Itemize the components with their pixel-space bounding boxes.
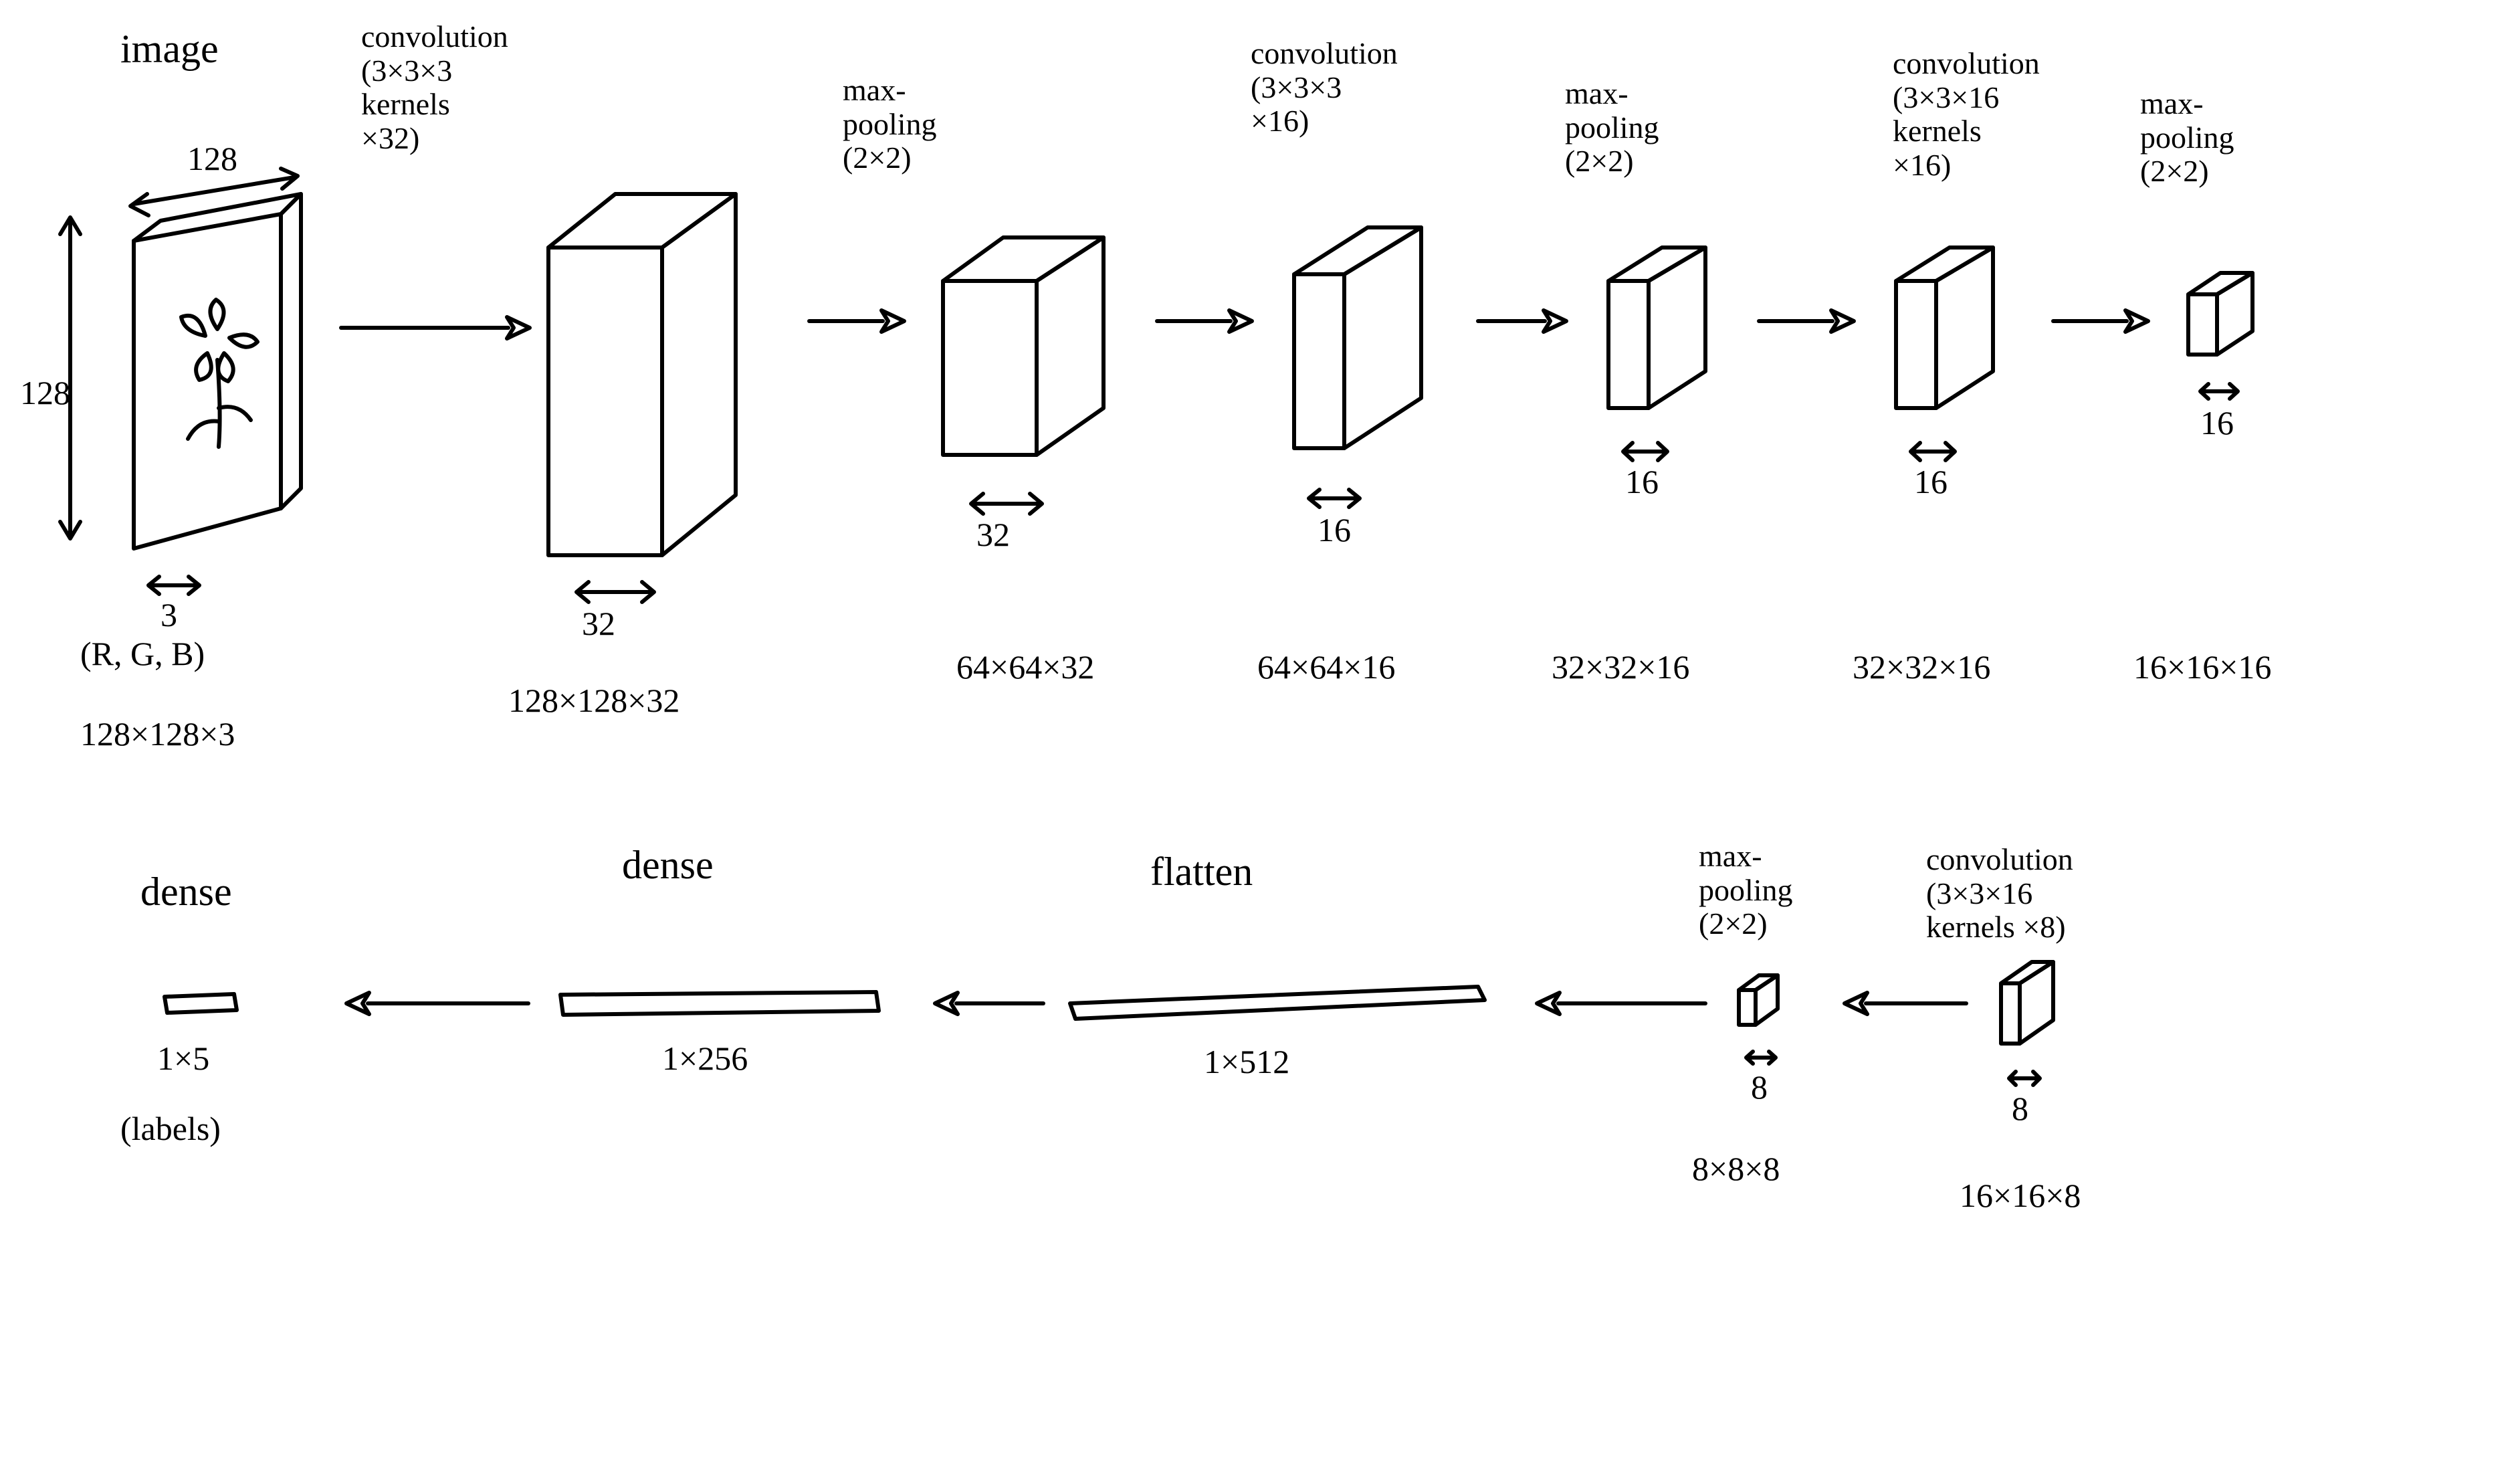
label-dense2-title: dense <box>140 870 232 914</box>
image-block <box>94 187 334 575</box>
conv4-block <box>1993 957 2093 1057</box>
label-pool3-title: max- pooling (2×2) <box>2140 87 2234 189</box>
label-dense2-shape: 1×5 <box>157 1040 209 1077</box>
label-image-rgb: (R, G, B) <box>80 635 205 672</box>
label-image-height: 128 <box>20 375 70 411</box>
label-pool4-shape: 8×8×8 <box>1692 1151 1780 1187</box>
label-image-shape: 128×128×3 <box>80 716 235 753</box>
pool3-block <box>2180 268 2287 368</box>
label-flatten-shape: 1×512 <box>1204 1044 1289 1080</box>
label-pool4-depth: 8 <box>1751 1069 1768 1106</box>
label-pool1-depth: 32 <box>976 516 1010 553</box>
label-dense2-note: (labels) <box>120 1110 221 1147</box>
arrow-pool1-conv2 <box>1150 301 1264 341</box>
label-flatten-title: flatten <box>1150 850 1253 894</box>
pool1-block <box>930 227 1144 475</box>
dense1-block <box>555 987 889 1023</box>
pool4-depth-arrow <box>1739 1044 1783 1072</box>
label-conv4-title: convolution (3×3×16 kernels ×8) <box>1926 843 2073 945</box>
conv3-block <box>1886 241 2040 428</box>
conv2-block <box>1281 221 1481 468</box>
arrow-conv4-pool4 <box>1832 983 1973 1023</box>
pool2-block <box>1598 241 1752 428</box>
label-dense1-shape: 1×256 <box>662 1040 748 1077</box>
label-conv2-depth: 16 <box>1318 512 1351 549</box>
arrow-conv2-pool2 <box>1471 301 1578 341</box>
arrow-conv3-pool3 <box>2046 301 2160 341</box>
label-conv4-shape: 16×16×8 <box>1960 1177 2081 1214</box>
label-conv1-depth: 32 <box>582 605 615 642</box>
label-conv1-title: convolution (3×3×3 kernels ×32) <box>361 20 508 155</box>
label-conv3-shape: 32×32×16 <box>1853 649 1990 686</box>
label-conv3-depth: 16 <box>1914 464 1948 500</box>
conv4-depth-arrow <box>2001 1064 2048 1093</box>
conv1-block <box>535 181 789 569</box>
label-conv2-title: convolution (3×3×3 ×16) <box>1251 37 1398 138</box>
arrow-pool4-flatten <box>1525 983 1712 1023</box>
label-conv1-shape: 128×128×32 <box>508 682 679 719</box>
arrow-dense1-dense2 <box>334 983 535 1023</box>
label-pool4-title: max- pooling (2×2) <box>1699 840 1793 941</box>
label-conv2-shape: 64×64×16 <box>1257 649 1395 686</box>
arrow-conv1-pool1 <box>803 301 916 341</box>
conv1-depth-arrow <box>568 575 662 609</box>
arrow-flatten-dense1 <box>923 983 1050 1023</box>
label-pool2-shape: 32×32×16 <box>1552 649 1689 686</box>
label-image-width: 128 <box>187 140 237 177</box>
pool4-block <box>1732 970 1806 1037</box>
diagram-stage: image 128 128 <box>0 0 2520 1469</box>
label-pool2-depth: 16 <box>1625 464 1659 500</box>
label-conv3-title: convolution (3×3×16 kernels ×16) <box>1893 47 2040 182</box>
label-pool2-title: max- pooling (2×2) <box>1565 77 1659 179</box>
pool3-depth-arrow <box>2192 376 2246 407</box>
label-image-title: image <box>120 27 219 71</box>
label-pool1-shape: 64×64×32 <box>956 649 1094 686</box>
flatten-block <box>1063 980 1498 1027</box>
label-pool1-title: max- pooling (2×2) <box>843 74 937 175</box>
label-image-depth: 3 <box>161 597 177 633</box>
arrow-pool2-conv3 <box>1752 301 1866 341</box>
label-dense1-title: dense <box>622 843 714 887</box>
dense2-block <box>161 990 247 1019</box>
label-pool3-depth: 16 <box>2200 405 2234 442</box>
conv2-depth-arrow <box>1301 482 1368 515</box>
label-conv4-depth: 8 <box>2012 1090 2028 1127</box>
label-pool3-shape: 16×16×16 <box>2133 649 2271 686</box>
arrow-image-conv1 <box>334 308 535 348</box>
